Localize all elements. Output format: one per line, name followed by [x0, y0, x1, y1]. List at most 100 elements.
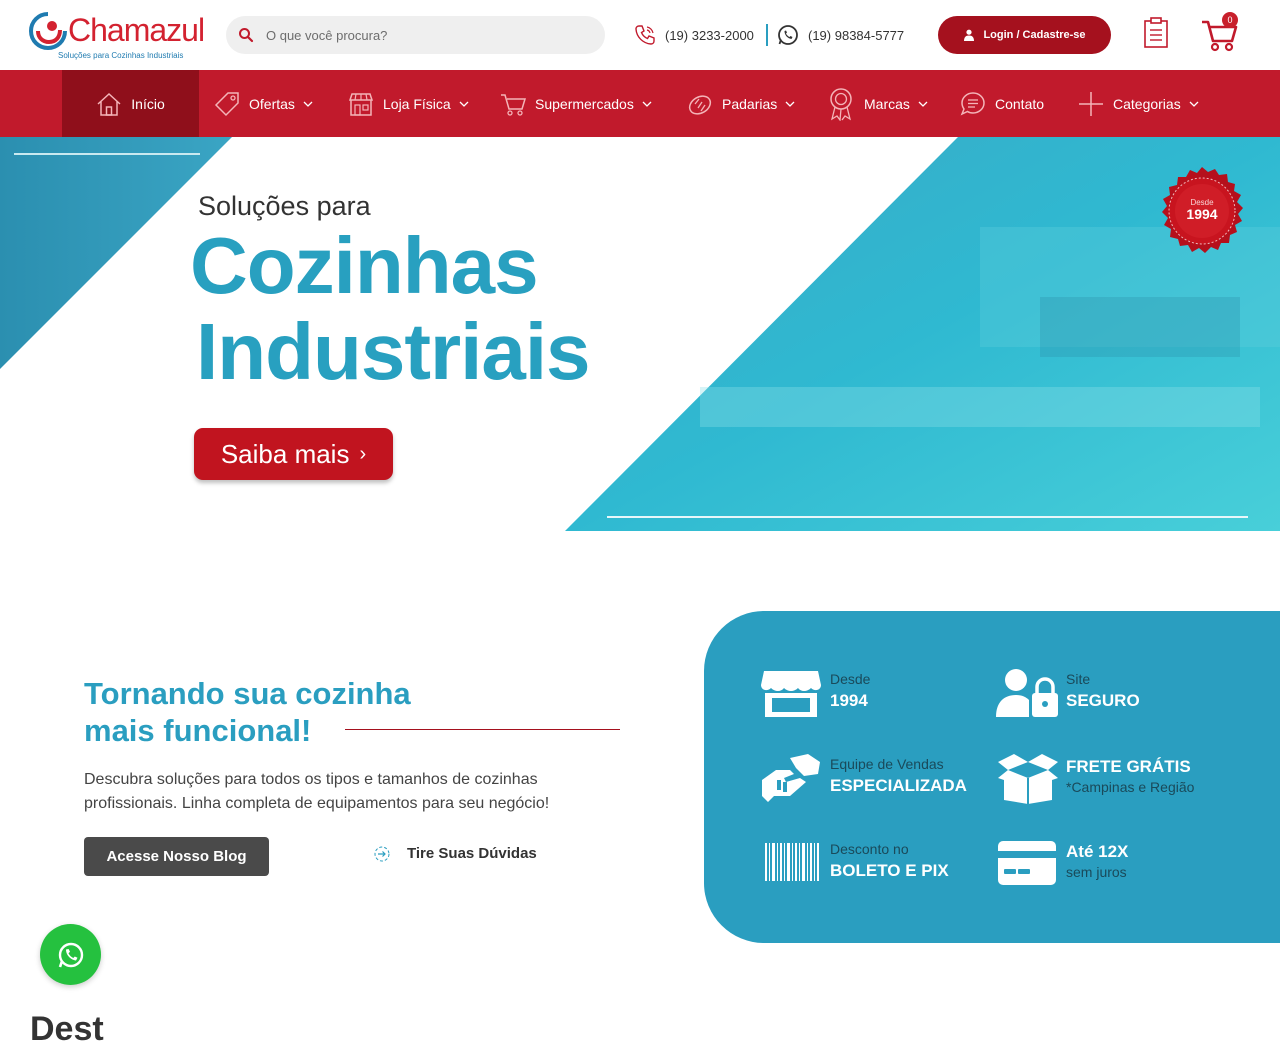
barcode-icon [765, 843, 819, 881]
open-box-icon [998, 754, 1058, 804]
feature-line1: Desde [830, 671, 871, 687]
feature-line2: 1994 [830, 691, 868, 710]
nav-label: Início [131, 95, 165, 112]
feature-site-seguro: Site SEGURO [996, 667, 1226, 723]
chat-icon [960, 91, 985, 115]
nav-item-inicio[interactable]: Início [62, 70, 199, 137]
nav-label: Loja Física [383, 95, 451, 112]
feature-line2: ESPECIALIZADA [830, 776, 967, 795]
saiba-mais-button[interactable]: Saiba mais › [194, 428, 393, 480]
logo-name: Chamazul [68, 12, 205, 48]
cart-icon [501, 93, 526, 116]
nav-item-contato[interactable]: Contato [960, 70, 1044, 137]
login-button[interactable]: Login / Cadastre-se [938, 16, 1111, 54]
credit-card-icon [998, 841, 1056, 885]
hero-decor-line [14, 153, 200, 155]
blog-button[interactable]: Acesse Nosso Blog [84, 837, 269, 876]
whatsapp-contact[interactable]: (19) 98384-5777 [777, 23, 904, 47]
whatsapp-number: (19) 98384-5777 [808, 27, 905, 43]
nav-label: Supermercados [535, 95, 634, 112]
whatsapp-icon [778, 25, 798, 45]
chevron-down-icon [459, 101, 469, 107]
tag-icon [214, 91, 239, 116]
nav-item-padarias[interactable]: Padarias [687, 70, 795, 137]
intro-divider [345, 729, 620, 730]
contact-divider [766, 24, 768, 46]
feature-equipe-vendas: Equipe de Vendas ESPECIALIZADA [760, 752, 990, 808]
chevron-down-icon [1189, 101, 1199, 107]
nav-label: Marcas [864, 95, 910, 112]
feature-line2: BOLETO E PIX [830, 861, 949, 880]
intro-title: Tornando sua cozinha mais funcional! [84, 675, 411, 749]
search-icon[interactable] [238, 27, 254, 43]
intro-description: Descubra soluções para todos os tipos e … [84, 771, 550, 812]
hero-title-line1: Cozinhas [190, 221, 539, 310]
bread-icon [688, 94, 712, 115]
top-header: Chamazul Soluções para Cozinhas Industri… [0, 0, 1280, 70]
whatsapp-float-button[interactable] [40, 924, 101, 985]
logo-mark-icon [28, 12, 67, 50]
faq-label: Tire Suas Dúvidas [407, 845, 537, 862]
secure-user-icon [996, 669, 1058, 717]
feature-parcelamento: Até 12X sem juros [996, 837, 1226, 893]
hero-subtitle: Soluções para [198, 191, 371, 221]
chevron-down-icon [642, 101, 652, 107]
logo[interactable]: Chamazul Soluções para Cozinhas Industri… [28, 10, 205, 62]
home-icon [97, 92, 121, 116]
intro-title-line2: mais funcional! [84, 713, 312, 748]
feature-line2: SEGURO [1066, 691, 1140, 710]
nav-label: Contato [995, 95, 1045, 112]
feature-line2: *Campinas e Região [1066, 779, 1195, 795]
main-nav: Início Ofertas Loja Física Supermercados… [0, 70, 1280, 137]
nav-label: Categorias [1113, 95, 1181, 112]
feature-desconto-boleto: Desconto no BOLETO E PIX [760, 837, 990, 893]
intro-title-line1: Tornando sua cozinha [84, 676, 411, 711]
nav-item-supermercados[interactable]: Supermercados [500, 70, 652, 137]
nav-label: Ofertas [249, 95, 295, 112]
hero-decor-line [607, 516, 1248, 518]
feature-line1: Site [1066, 671, 1091, 687]
chevron-down-icon [785, 101, 795, 107]
nav-item-marcas[interactable]: Marcas [827, 70, 928, 137]
search-bar [226, 16, 605, 54]
store-icon [348, 92, 374, 116]
hero-background [0, 137, 1280, 531]
chevron-down-icon [918, 101, 928, 107]
feature-line1: FRETE GRÁTIS [1066, 757, 1191, 776]
since-1994-seal: Desde 1994 [1162, 167, 1243, 253]
feature-line1: Equipe de Vendas [830, 756, 944, 772]
feature-line2: sem juros [1066, 864, 1127, 880]
feature-desde-1994: Desde 1994 [760, 667, 990, 723]
feature-frete-gratis: FRETE GRÁTIS *Campinas e Região [996, 752, 1226, 808]
order-list-icon[interactable] [1143, 17, 1169, 49]
handshake-icon [762, 754, 820, 802]
search-input[interactable] [266, 16, 586, 54]
next-section-heading: Dest [30, 1010, 104, 1048]
nav-item-loja-fisica[interactable]: Loja Física [348, 70, 469, 137]
feature-line1: Desconto no [830, 841, 909, 857]
nav-item-categorias[interactable]: Categorias [1078, 70, 1199, 137]
chevron-right-icon: › [359, 442, 367, 465]
cta-label: Saiba mais [220, 438, 350, 469]
user-icon [964, 29, 975, 41]
nav-label: Padarias [722, 95, 778, 112]
nav-item-ofertas[interactable]: Ofertas [214, 70, 313, 137]
feature-line1: Até 12X [1066, 842, 1129, 861]
arrow-circle-icon [374, 846, 390, 861]
whatsapp-icon [58, 942, 83, 967]
storefront-icon [761, 671, 821, 717]
login-label: Login / Cadastre-se [983, 29, 1086, 41]
cart-count-badge: 0 [1222, 12, 1238, 28]
phone-contact[interactable]: (19) 3233-2000 [634, 23, 754, 47]
phone-icon [635, 25, 655, 45]
faq-link[interactable]: Tire Suas Dúvidas [374, 845, 537, 862]
seal-year: 1994 [1186, 206, 1217, 222]
benefits-panel: Desde 1994 Site SEGURO Equipe de Vendas … [704, 611, 1280, 943]
logo-tagline: Soluções para Cozinhas Industriais [58, 51, 184, 60]
award-icon [830, 87, 852, 121]
hero-banner[interactable]: Soluções para Cozinhas Industriais Saiba… [0, 137, 1280, 531]
phone-number: (19) 3233-2000 [665, 27, 754, 43]
hero-title-line2: Industriais [196, 307, 591, 396]
plus-icon [1079, 91, 1103, 116]
chevron-down-icon [303, 101, 313, 107]
